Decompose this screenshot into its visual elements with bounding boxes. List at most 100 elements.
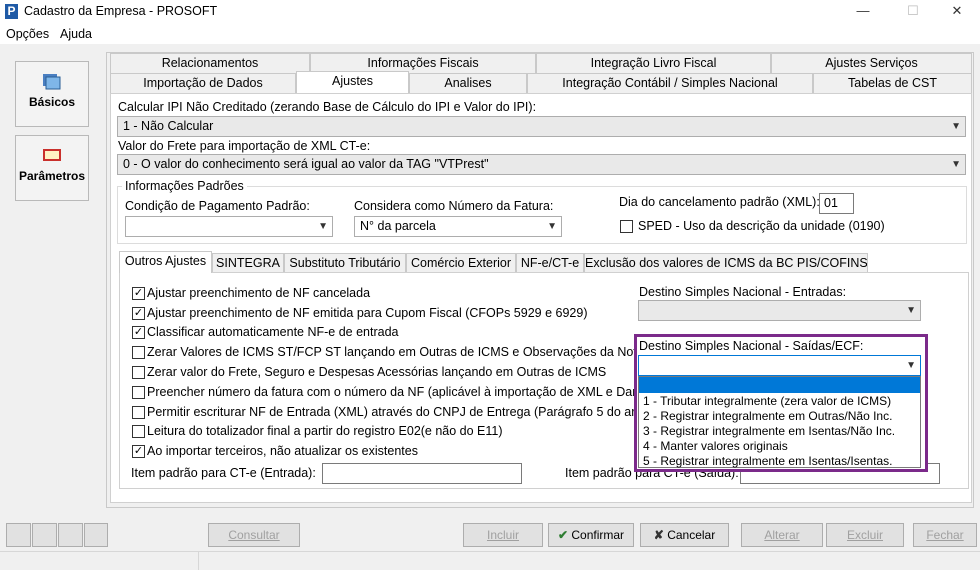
item-entrada-label: Item padrão para CT-e (Entrada):	[131, 466, 316, 480]
item-entrada-input[interactable]	[322, 463, 522, 484]
basicos-icon	[43, 74, 61, 90]
chk-label: Permitir escriturar NF de Entrada (XML) …	[147, 405, 656, 419]
chk-cnpj-entrega[interactable]	[132, 406, 145, 419]
tab-importacao-dados[interactable]: Importação de Dados	[110, 73, 296, 93]
chk-zerar-icms-st[interactable]	[132, 346, 145, 359]
alterar-button[interactable]: Alterar	[741, 523, 823, 547]
ipi-select[interactable]: 1 - Não Calcular ▼	[117, 116, 966, 137]
nav-next-button[interactable]	[58, 523, 83, 547]
ipi-select-value: 1 - Não Calcular	[123, 119, 214, 133]
destino-entradas-select[interactable]: ▼	[638, 300, 921, 321]
inner-tab-outros-ajustes[interactable]: Outros Ajustes	[119, 251, 212, 273]
menu-ajuda[interactable]: Ajuda	[60, 27, 92, 41]
chk-classificar-nfe[interactable]: ✓	[132, 326, 145, 339]
tab-tabelas-cst[interactable]: Tabelas de CST	[813, 73, 972, 93]
list-item[interactable]: 5 - Registrar integralmente em Isentas/I…	[643, 454, 892, 468]
tab-integracao-livro-fiscal[interactable]: Integração Livro Fiscal	[536, 53, 771, 73]
tab-analises[interactable]: Analises	[409, 73, 527, 93]
chk-numero-fatura[interactable]	[132, 386, 145, 399]
list-item[interactable]: 3 - Registrar integralmente em Isentas/N…	[643, 424, 895, 438]
nav-first-button[interactable]	[6, 523, 31, 547]
chk-label: Preencher número da fatura com o número …	[147, 385, 650, 399]
cancelar-button[interactable]: ✘ Cancelar	[640, 523, 729, 547]
status-bar	[0, 551, 980, 570]
destino-saidas-highlight: Destino Simples Nacional - Saídas/ECF: ▼…	[634, 334, 928, 472]
excluir-button[interactable]: Excluir	[826, 523, 904, 547]
list-item[interactable]: 1 - Tributar integralmente (zera valor d…	[643, 394, 891, 408]
tab-relacionamentos[interactable]: Relacionamentos	[110, 53, 310, 73]
chk-cupom-fiscal[interactable]: ✓	[132, 307, 145, 320]
nav-last-button[interactable]	[84, 523, 108, 547]
chk-label: Ao importar terceiros, não atualizar os …	[147, 444, 418, 458]
sped-label: SPED - Uso da descrição da unidade (0190…	[638, 219, 885, 233]
sped-checkbox[interactable]	[620, 220, 633, 233]
nav-prev-button[interactable]	[32, 523, 57, 547]
chevron-down-icon: ▼	[951, 159, 961, 170]
cancelar-label: Cancelar	[667, 528, 716, 542]
destino-saidas-label: Destino Simples Nacional - Saídas/ECF:	[639, 339, 864, 353]
incluir-button[interactable]: Incluir	[463, 523, 543, 547]
chk-label: Ajustar preenchimento de NF cancelada	[147, 286, 371, 300]
chk-zerar-frete[interactable]	[132, 366, 145, 379]
app-icon: P	[5, 4, 18, 19]
consultar-label: Consultar	[228, 528, 280, 542]
chk-label: Classificar automaticamente NF-e de entr…	[147, 325, 399, 339]
list-item-empty-selected[interactable]	[639, 377, 920, 393]
fechar-label: Fechar	[926, 528, 964, 542]
maximize-icon[interactable]: ☐	[890, 0, 936, 24]
menu-opcoes[interactable]: Opções	[6, 27, 49, 41]
sidebar-basicos-button[interactable]: Básicos	[15, 61, 89, 127]
chk-totalizador[interactable]	[132, 425, 145, 438]
close-icon[interactable]: ✕	[934, 0, 980, 24]
tab-ajustes-servicos[interactable]: Ajustes Serviços	[771, 53, 972, 73]
info-padroes-title: Informações Padrões	[122, 179, 247, 193]
tab-ajustes[interactable]: Ajustes	[296, 71, 409, 93]
list-item[interactable]: 2 - Registrar integralmente em Outras/Nã…	[643, 409, 892, 423]
cond-pag-label: Condição de Pagamento Padrão:	[125, 199, 310, 213]
chk-label: Zerar Valores de ICMS ST/FCP ST lançando…	[147, 345, 644, 359]
confirmar-button[interactable]: ✔ Confirmar	[548, 523, 634, 547]
tab-informacoes-fiscais[interactable]: Informações Fiscais	[310, 53, 536, 73]
chk-label: Ajustar preenchimento de NF emitida para…	[147, 306, 588, 320]
inner-tab-comercio-exterior[interactable]: Comércio Exterior	[406, 253, 516, 273]
fechar-button[interactable]: Fechar	[913, 523, 977, 547]
parametros-icon	[43, 149, 61, 161]
consultar-button[interactable]: Consultar	[208, 523, 300, 547]
chk-label: Leitura do totalizador final a partir do…	[147, 424, 503, 438]
chevron-down-icon: ▼	[906, 360, 916, 371]
destino-entradas-label: Destino Simples Nacional - Entradas:	[639, 285, 847, 299]
dia-cancel-label: Dia do cancelamento padrão (XML):	[619, 195, 820, 209]
frete-select-value: 0 - O valor do conhecimento será igual a…	[123, 157, 489, 171]
sidebar-parametros-button[interactable]: Parâmetros	[15, 135, 89, 201]
num-fatura-label: Considera como Número da Fatura:	[354, 199, 554, 213]
destino-saidas-select[interactable]: ▼	[638, 355, 921, 376]
cond-pag-select[interactable]: ▼	[125, 216, 333, 237]
frete-label: Valor do Frete para importação de XML CT…	[118, 139, 371, 153]
num-fatura-select[interactable]: N° da parcela ▼	[354, 216, 562, 237]
inner-tab-nfe-cte[interactable]: NF-e/CT-e	[516, 253, 584, 273]
menu-bar: Opções Ajuda	[0, 24, 980, 44]
tab-integracao-contabil[interactable]: Integração Contábil / Simples Nacional	[527, 73, 813, 93]
chk-terceiros[interactable]: ✓	[132, 445, 145, 458]
inner-tab-substituto[interactable]: Substituto Tributário	[284, 253, 406, 273]
chevron-down-icon: ▼	[951, 121, 961, 132]
inner-tab-sintegra[interactable]: SINTEGRA	[212, 253, 284, 273]
frete-select[interactable]: 0 - O valor do conhecimento será igual a…	[117, 154, 966, 175]
cancel-x-icon: ✘	[653, 528, 664, 542]
minimize-icon[interactable]: —	[840, 0, 886, 24]
alterar-label: Alterar	[764, 528, 800, 542]
title-bar: P Cadastro da Empresa - PROSOFT — ☐ ✕	[0, 0, 980, 24]
chk-label: Zerar valor do Frete, Seguro e Despesas …	[147, 365, 607, 379]
chevron-down-icon: ▼	[906, 305, 916, 316]
sidebar-basicos-label: Básicos	[28, 95, 76, 109]
incluir-label: Incluir	[486, 528, 519, 542]
check-icon: ✔	[557, 528, 569, 542]
inner-tab-exclusao-icms[interactable]: Exclusão dos valores de ICMS da BC PIS/C…	[584, 253, 868, 273]
list-item[interactable]: 4 - Manter valores originais	[643, 439, 788, 453]
window-title: Cadastro da Empresa - PROSOFT	[24, 4, 218, 18]
confirmar-label: Confirmar	[571, 528, 625, 542]
chk-nf-cancelada[interactable]: ✓	[132, 287, 145, 300]
dia-cancel-input[interactable]: 01	[819, 193, 854, 214]
sidebar-parametros-label: Parâmetros	[18, 169, 86, 183]
num-fatura-value: N° da parcela	[360, 219, 436, 233]
